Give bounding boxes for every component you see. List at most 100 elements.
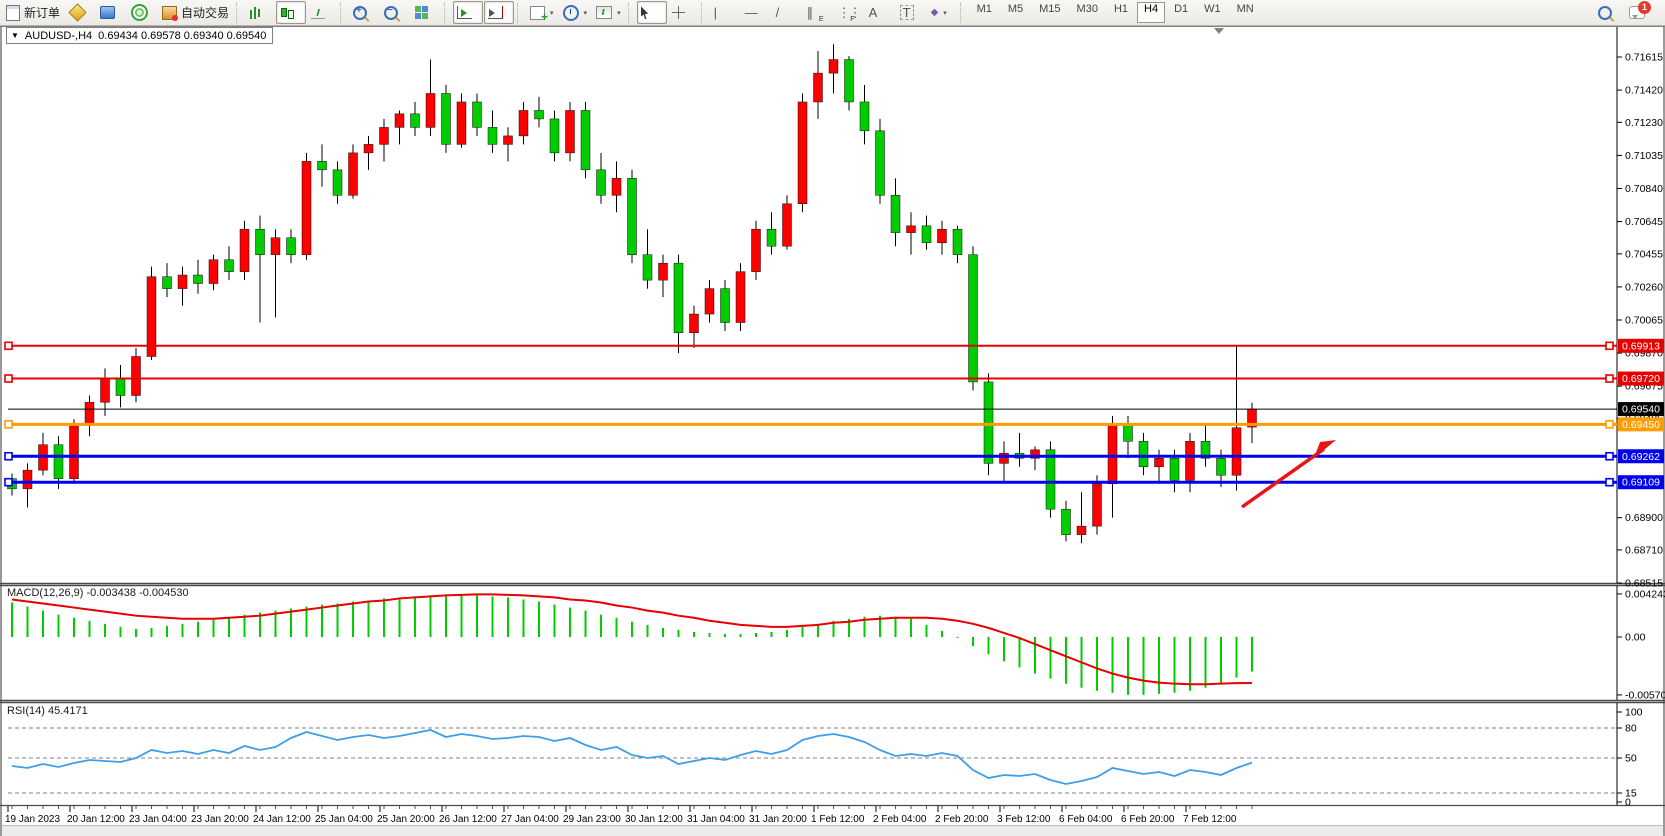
candle [333,170,342,195]
search-button[interactable] [1594,1,1624,24]
tile-windows-button[interactable] [411,1,441,24]
price-axis: 0.716150.714200.712300.710350.708400.706… [1617,52,1663,590]
line-handle [5,342,12,349]
candle [473,102,482,127]
line-handle [1606,479,1613,486]
horizontal-line-tool[interactable]: — [741,1,771,24]
shapes-dropdown[interactable]: ◆▾ [927,1,957,24]
zoom-out-icon: − [384,6,398,20]
timeframe-button-m15[interactable]: M15 [1032,2,1067,23]
candle [1217,458,1226,475]
time-axis-label: 23 Jan 20:00 [191,814,249,825]
chart-window: 0.716150.714200.712300.710350.708400.706… [0,25,1665,836]
trendline-tool[interactable]: / [772,1,802,24]
candle [349,153,358,195]
price-level-line-0.69450[interactable]: 0.69450 [5,417,1664,431]
candle [1046,450,1055,509]
terminal-button[interactable] [96,1,126,24]
candlestick-icon [280,6,293,19]
text-tool[interactable]: A [865,1,895,24]
metaeditor-button[interactable] [65,1,95,24]
trendline-icon: / [776,6,780,19]
fibonacci-tool[interactable]: ⋮⋮F [834,1,864,24]
price-level-line-0.69720[interactable]: 0.69720 [5,372,1664,386]
line-handle [1606,421,1613,428]
price-level-line-0.69109[interactable]: 0.69109 [5,475,1664,489]
time-axis-label: 3 Feb 12:00 [997,814,1051,825]
gold-diamond-icon [68,3,86,21]
candle [1000,453,1009,463]
panel-frames [0,27,1665,806]
crosshair-tool-button[interactable] [668,1,698,24]
candle [23,470,32,489]
candle [767,229,776,246]
bar-chart-button[interactable] [245,1,275,24]
timeframe-button-m30[interactable]: M30 [1070,2,1105,23]
signals-icon [131,4,148,21]
channel-tool[interactable]: ∥E [803,1,833,24]
zoom-out-button[interactable]: − [380,1,410,24]
candle [891,195,900,232]
timeframe-button-h4[interactable]: H4 [1137,2,1165,23]
cursor-icon [641,6,650,19]
cursor-tool-button[interactable] [637,1,667,24]
candlestick-chart-button[interactable] [276,1,306,24]
price-tick-label: 0.68900 [1625,512,1663,524]
candle [659,263,668,280]
price-level-line-0.69913[interactable]: 0.69913 [5,339,1664,353]
candle [504,136,513,144]
auto-trading-button[interactable]: 自动交易 [158,1,233,24]
timeframe-button-m5[interactable]: M5 [1001,2,1030,23]
timeframe-button-h1[interactable]: H1 [1107,2,1135,23]
line-chart-button[interactable] [307,1,337,24]
timeframe-button-w1[interactable]: W1 [1197,2,1228,23]
chart-shift-button[interactable] [453,1,483,24]
templates-dropdown[interactable]: ▾ [592,1,625,24]
candle [1093,484,1102,526]
candle [411,114,420,128]
time-axis-label: 1 Feb 12:00 [811,814,865,825]
template-icon [596,6,612,19]
new-order-button[interactable]: 新订单 [2,1,64,24]
candle [302,161,311,254]
price-level-line-0.69540[interactable]: 0.69540 [8,402,1664,416]
candle [535,110,544,118]
candle [147,277,156,357]
price-tick-label: 0.71035 [1625,150,1663,162]
candle [488,127,497,144]
candle [566,110,575,152]
candle [907,226,916,233]
trend-arrow[interactable] [1242,440,1336,507]
notifications-button[interactable]: 1 [1625,1,1655,24]
chart-canvas[interactable]: 0.716150.714200.712300.710350.708400.706… [0,25,1665,836]
text-label-icon: T [900,5,914,20]
candle [783,204,792,246]
price-level-line-0.69262[interactable]: 0.69262 [5,449,1664,463]
price-levels: 0.69913 0.69720 0.695400.69450 0.69262 0.691… [5,339,1664,489]
candle [752,229,761,271]
price-badge-label: 0.69913 [1622,340,1660,352]
chart-shift-marker[interactable] [1214,28,1224,34]
zoom-in-button[interactable]: + [349,1,379,24]
vertical-line-tool[interactable]: | [710,1,740,24]
indicators-dropdown[interactable]: ▾ [526,1,558,24]
timeframe-button-mn[interactable]: MN [1230,2,1261,23]
timeframe-button-d1[interactable]: D1 [1167,2,1195,23]
auto-scroll-button[interactable] [484,1,514,24]
time-axis-label: 25 Jan 04:00 [315,814,373,825]
rsi-indicator-label: RSI(14) 45.4171 [7,705,88,717]
candle [240,229,249,271]
timeframe-button-m1[interactable]: M1 [970,2,999,23]
chart-title-box[interactable]: ▼ AUDUSD-,H4 0.69434 0.69578 0.69340 0.6… [6,27,273,44]
add-indicator-icon [530,6,545,20]
signals-button[interactable] [127,1,157,24]
periods-dropdown[interactable]: ▾ [559,1,592,24]
search-icon [1598,6,1612,20]
text-label-tool[interactable]: T [896,1,926,24]
candle [457,102,466,144]
toolbar: 新订单 自动交易 + − ▾ ▾ ▾ | — / ∥E ⋮⋮F A T [0,0,1665,26]
price-tick-label: 0.70455 [1625,248,1663,260]
tile-windows-icon [415,6,428,19]
time-axis-label: 6 Feb 20:00 [1121,814,1175,825]
candle [271,238,280,255]
